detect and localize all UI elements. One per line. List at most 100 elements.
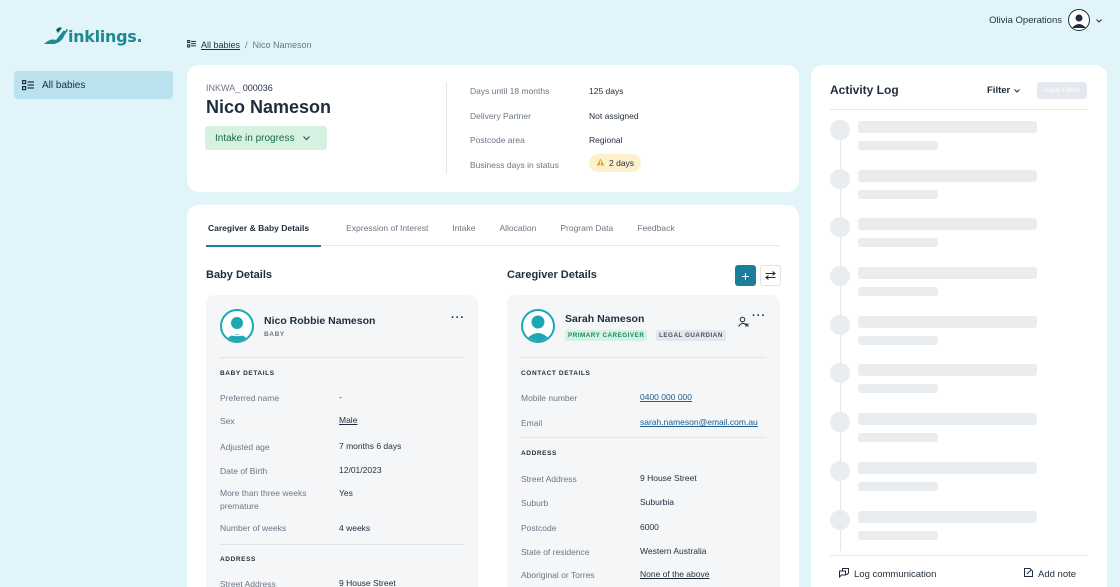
field-label: Date of Birth: [220, 466, 268, 476]
tab-bar: Caregiver & Baby Details Expression of I…: [206, 218, 780, 247]
logo-bird-icon: [44, 27, 68, 44]
field-label: Days until 18 months: [470, 86, 550, 96]
filter-label: Filter: [987, 85, 1011, 96]
filter-dropdown[interactable]: Filter: [987, 85, 1021, 96]
field-value: Western Australia: [640, 546, 707, 556]
tab-feedback[interactable]: Feedback: [625, 218, 686, 246]
primary-caregiver-badge: PRIMARY CAREGIVER: [565, 330, 648, 341]
record-id: INKWA_ 000036: [206, 83, 273, 93]
baby-details-caption: BABY DETAILS: [220, 370, 275, 377]
more-options-icon[interactable]: ···: [752, 310, 766, 322]
field-value: Regional: [589, 135, 623, 145]
add-caregiver-button[interactable]: +: [735, 265, 756, 286]
field-label: Preferred name: [220, 393, 280, 403]
field-value: Yes: [339, 488, 353, 498]
activity-skeleton-row: [830, 315, 1050, 345]
activity-skeleton-row: [830, 217, 1050, 247]
logo-text: inklings.: [68, 26, 143, 46]
sidebar-item-label: All babies: [42, 79, 86, 91]
app-logo[interactable]: inklings.: [42, 22, 143, 50]
page-title: Nico Nameson: [206, 97, 332, 117]
swap-icon: [765, 267, 776, 285]
email-link[interactable]: sarah.nameson@email.com.au: [640, 417, 758, 427]
sidebar-item-all-babies[interactable]: All babies: [14, 71, 173, 99]
field-label: Delivery Partner: [470, 111, 531, 121]
tab-caregiver-baby-details[interactable]: Caregiver & Baby Details: [206, 218, 322, 247]
chevron-down-icon: [1014, 85, 1021, 96]
breadcrumb: All babies / Nico Nameson: [187, 39, 312, 50]
mobile-link[interactable]: 0400 000 000: [640, 392, 692, 402]
divider: [830, 555, 1088, 556]
swap-caregiver-button[interactable]: [760, 265, 781, 286]
baby-panel: Nico Robbie Nameson BABY ··· BABY DETAIL…: [206, 295, 478, 587]
warning-icon: [596, 158, 605, 168]
field-label: More than three weeks premature: [220, 488, 307, 511]
activity-skeleton-row: [830, 120, 1050, 150]
details-card: Caregiver & Baby Details Expression of I…: [187, 205, 799, 587]
field-label: Business days in status: [470, 160, 559, 170]
legal-guardian-badge: LEGAL GUARDIAN: [656, 330, 726, 341]
chevron-down-icon: [1096, 15, 1102, 26]
activity-skeleton-row: [830, 412, 1050, 442]
address-caption: ADDRESS: [220, 556, 256, 563]
log-communication-label: Log communication: [854, 569, 937, 580]
add-note-label: Add note: [1038, 568, 1077, 580]
field-value: Not assigned: [589, 111, 639, 121]
status-label: Intake in progress: [215, 132, 295, 144]
apply-filters-button[interactable]: Apply Filters: [1037, 82, 1087, 99]
field-value: 6000: [640, 522, 659, 532]
user-icon[interactable]: [738, 314, 749, 332]
status-badge: 2 days: [589, 154, 642, 172]
note-icon: [1024, 568, 1033, 580]
chat-icon: [839, 568, 849, 581]
divider: [521, 437, 766, 438]
field-value: 7 months 6 days: [339, 441, 402, 451]
activity-skeleton-row: [830, 461, 1050, 491]
divider: [521, 357, 766, 358]
field-label: Number of weeks: [220, 523, 287, 533]
activity-log-title: Activity Log: [830, 83, 899, 97]
field-label: Suburb: [521, 498, 549, 508]
chevron-down-icon: [302, 133, 310, 144]
field-label: Aboriginal or Torres: [521, 570, 595, 580]
status-badge-text: 2 days: [609, 158, 635, 168]
field-label: Mobile number: [521, 393, 578, 403]
add-note-button[interactable]: Add note: [1024, 568, 1076, 580]
field-label: Email: [521, 418, 543, 428]
avatar: [1068, 9, 1090, 31]
activity-skeleton-row: [830, 363, 1050, 393]
log-communication-button[interactable]: Log communication: [839, 568, 936, 581]
breadcrumb-link-all-babies[interactable]: All babies: [201, 40, 240, 50]
tab-intake[interactable]: Intake: [440, 218, 487, 246]
user-name: Olivia Operations: [989, 14, 1062, 26]
tab-expression-of-interest[interactable]: Expression of Interest: [334, 218, 440, 246]
activity-log-panel: Activity Log Filter Apply Filters Log co…: [811, 65, 1107, 587]
tab-program-data[interactable]: Program Data: [548, 218, 625, 246]
contact-details-caption: CONTACT DETAILS: [521, 370, 591, 377]
list-icon: [187, 39, 196, 50]
address-caption: ADDRESS: [521, 450, 557, 457]
field-value[interactable]: None of the above: [640, 569, 709, 579]
baby-name: Nico Robbie Nameson: [264, 315, 376, 327]
activity-skeleton-row: [830, 510, 1050, 540]
baby-role: BABY: [264, 331, 285, 338]
field-value: 12/01/2023: [339, 465, 382, 475]
user-menu[interactable]: Olivia Operations: [989, 9, 1102, 31]
field-value[interactable]: Male: [339, 415, 357, 425]
field-value: 9 House Street: [640, 473, 697, 483]
field-label: Adjusted age: [220, 442, 270, 452]
baby-summary-card: INKWA_ 000036 Nico Nameson Intake in pro…: [187, 65, 799, 192]
caregiver-panel: Sarah Nameson PRIMARY CAREGIVER LEGAL GU…: [507, 295, 780, 587]
list-icon: [22, 79, 34, 91]
divider: [830, 109, 1088, 110]
tab-allocation[interactable]: Allocation: [487, 218, 548, 246]
baby-details-heading: Baby Details: [206, 269, 273, 281]
divider: [220, 544, 464, 545]
field-value: Suburbia: [640, 497, 675, 507]
breadcrumb-current: Nico Nameson: [252, 40, 312, 50]
more-options-icon[interactable]: ···: [451, 312, 465, 324]
field-value: -: [339, 392, 342, 402]
baby-avatar: [220, 309, 254, 343]
status-dropdown[interactable]: Intake in progress: [205, 126, 327, 150]
caregiver-avatar: [521, 309, 555, 343]
